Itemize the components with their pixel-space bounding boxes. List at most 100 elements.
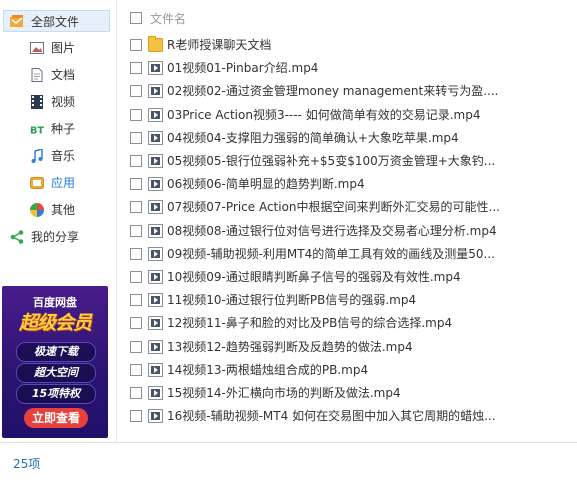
file-name[interactable]: 16视频-辅助视频-MT4 如何在交易图中加入其它周期的蜡烛... bbox=[167, 409, 496, 423]
file-name[interactable]: 09视频-辅助视频-利用MT4的简单工具有效的画线及测量50... bbox=[167, 247, 495, 261]
file-name[interactable]: 11视频10-通过银行位判断PB信号的强弱.mp4 bbox=[167, 293, 416, 307]
file-row[interactable]: 09视频-辅助视频-利用MT4的简单工具有效的画线及测量50... bbox=[117, 243, 572, 265]
row-checkbox[interactable] bbox=[130, 410, 142, 423]
image-icon bbox=[30, 42, 44, 54]
file-row[interactable]: 05视频05-银行位强弱补充+$5变$100万资金管理+大象钓... bbox=[117, 150, 572, 172]
column-header-filename[interactable]: 文件名 bbox=[150, 12, 186, 26]
status-bar: 25项 bbox=[0, 442, 577, 480]
sidebar-item-apps[interactable]: 应用 bbox=[0, 172, 116, 194]
sidebar-all-files-label: 全部文件 bbox=[31, 15, 80, 29]
file-name[interactable]: R老师授课聊天文档 bbox=[167, 38, 271, 52]
file-name[interactable]: 03Price Action视频3---- 如何做简单有效的交易记录.mp4 bbox=[167, 108, 480, 122]
file-name[interactable]: 06视频06-简单明显的趋势判断.mp4 bbox=[167, 177, 365, 191]
file-name[interactable]: 01视频01-Pinbar介绍.mp4 bbox=[167, 61, 318, 75]
ad-perk: 极速下载 bbox=[16, 342, 96, 362]
video-file-icon bbox=[148, 293, 163, 308]
file-row[interactable]: 11视频10-通过银行位判断PB信号的强弱.mp4 bbox=[117, 289, 572, 311]
video-file-icon bbox=[148, 177, 163, 192]
video-file-icon bbox=[148, 362, 163, 377]
svg-text:BT: BT bbox=[30, 125, 44, 136]
file-row[interactable]: 12视频11-鼻子和脸的对比及PB信号的综合选择.mp4 bbox=[117, 312, 572, 334]
row-checkbox[interactable] bbox=[130, 85, 142, 98]
video-file-icon bbox=[148, 200, 163, 215]
row-checkbox[interactable] bbox=[130, 201, 142, 214]
select-all-checkbox[interactable] bbox=[130, 12, 142, 24]
svip-ad-banner[interactable]: 百度网盘 超级会员 极速下载 超大空间 15项特权 立即查看 bbox=[2, 286, 108, 438]
sidebar-item-documents[interactable]: 文档 bbox=[0, 64, 116, 86]
file-name[interactable]: 04视频04-支撑阻力强弱的简单确认+大象吃苹果.mp4 bbox=[167, 131, 459, 145]
sidebar-my-share-label: 我的分享 bbox=[31, 230, 80, 244]
file-row[interactable]: 15视频14-外汇横向市场的判断及做法.mp4 bbox=[117, 382, 572, 404]
row-checkbox[interactable] bbox=[130, 317, 142, 330]
app-icon bbox=[30, 177, 44, 189]
file-row[interactable]: 06视频06-简单明显的趋势判断.mp4 bbox=[117, 173, 572, 195]
ad-view-now-button[interactable]: 立即查看 bbox=[24, 408, 88, 428]
row-checkbox[interactable] bbox=[130, 178, 142, 191]
sidebar-item-label: 音乐 bbox=[51, 149, 76, 163]
row-checkbox[interactable] bbox=[130, 62, 142, 75]
sidebar-item-my-share[interactable]: 我的分享 bbox=[0, 226, 116, 248]
file-name[interactable]: 14视频13-两根蜡烛组合成的PB.mp4 bbox=[167, 363, 368, 377]
file-row[interactable]: 02视频02-通过资金管理money management来转亏为盈.... bbox=[117, 80, 572, 102]
sidebar-item-images[interactable]: 图片 bbox=[0, 37, 116, 59]
file-name[interactable]: 05视频05-银行位强弱补充+$5变$100万资金管理+大象钓... bbox=[167, 154, 495, 168]
folder-row[interactable]: R老师授课聊天文档 bbox=[117, 34, 572, 56]
row-checkbox[interactable] bbox=[130, 131, 142, 144]
video-file-icon bbox=[148, 270, 163, 284]
sidebar-item-label: 种子 bbox=[51, 122, 76, 136]
file-row[interactable]: 07视频07-Price Action中根据空间来判断外汇交易的可能性... bbox=[117, 196, 572, 218]
row-checkbox[interactable] bbox=[130, 271, 142, 283]
video-file-icon bbox=[148, 84, 163, 99]
file-row[interactable]: 08视频08-通过银行位对信号进行选择及交易者心理分析.mp4 bbox=[117, 220, 572, 242]
row-checkbox[interactable] bbox=[130, 387, 142, 399]
row-checkbox[interactable] bbox=[130, 363, 142, 376]
file-name[interactable]: 08视频08-通过银行位对信号进行选择及交易者心理分析.mp4 bbox=[167, 224, 497, 238]
sidebar-item-label: 视频 bbox=[51, 95, 76, 109]
row-checkbox[interactable] bbox=[130, 108, 142, 121]
file-row[interactable]: 03Price Action视频3---- 如何做简单有效的交易记录.mp4 bbox=[117, 104, 572, 126]
sidebar-item-other[interactable]: 其他 bbox=[0, 199, 116, 221]
video-icon bbox=[31, 95, 43, 109]
sidebar-item-label: 其他 bbox=[51, 203, 76, 217]
file-list-panel: 文件名 R老师授课聊天文档 01视频01-Pinbar介绍.mp4 02视频02-通… bbox=[116, 0, 577, 442]
video-file-icon bbox=[148, 409, 163, 424]
sidebar-item-label: 文档 bbox=[51, 68, 76, 82]
video-file-icon bbox=[148, 130, 163, 145]
video-file-icon bbox=[148, 107, 163, 122]
row-checkbox[interactable] bbox=[130, 340, 142, 353]
row-checkbox[interactable] bbox=[130, 247, 142, 260]
sidebar-item-videos[interactable]: 视频 bbox=[0, 91, 116, 113]
video-file-icon bbox=[148, 223, 163, 238]
video-file-icon bbox=[148, 339, 163, 354]
file-name[interactable]: 12视频11-鼻子和脸的对比及PB信号的综合选择.mp4 bbox=[167, 316, 452, 330]
file-row[interactable]: 01视频01-Pinbar介绍.mp4 bbox=[117, 57, 572, 79]
document-icon bbox=[31, 68, 43, 82]
file-row[interactable]: 14视频13-两根蜡烛组合成的PB.mp4 bbox=[117, 359, 572, 381]
row-checkbox[interactable] bbox=[130, 155, 142, 167]
video-file-icon bbox=[148, 386, 163, 400]
other-icon bbox=[30, 203, 44, 217]
folder-stack-icon bbox=[10, 15, 23, 27]
sidebar-item-all-files[interactable]: 全部文件 bbox=[3, 10, 110, 32]
file-row[interactable]: 13视频12-趋势强弱判断及反趋势的做法.mp4 bbox=[117, 336, 572, 358]
share-icon bbox=[10, 230, 24, 244]
file-name[interactable]: 07视频07-Price Action中根据空间来判断外汇交易的可能性... bbox=[167, 200, 500, 214]
sidebar-item-music[interactable]: 音乐 bbox=[0, 145, 116, 167]
video-file-icon bbox=[148, 61, 163, 76]
file-row[interactable]: 04视频04-支撑阻力强弱的简单确认+大象吃苹果.mp4 bbox=[117, 127, 572, 149]
file-name[interactable]: 13视频12-趋势强弱判断及反趋势的做法.mp4 bbox=[167, 340, 413, 354]
file-name[interactable]: 15视频14-外汇横向市场的判断及做法.mp4 bbox=[167, 386, 401, 400]
ad-title: 超级会员 bbox=[18, 312, 92, 334]
video-file-icon bbox=[148, 154, 163, 168]
row-checkbox[interactable] bbox=[130, 39, 142, 51]
file-row[interactable]: 16视频-辅助视频-MT4 如何在交易图中加入其它周期的蜡烛... bbox=[117, 405, 572, 427]
file-name[interactable]: 10视频09-通过眼睛判断鼻子信号的强弱及有效性.mp4 bbox=[167, 270, 461, 284]
ad-perk: 15项特权 bbox=[16, 384, 96, 404]
row-checkbox[interactable] bbox=[130, 224, 142, 237]
item-count: 25项 bbox=[13, 457, 41, 471]
row-checkbox[interactable] bbox=[130, 294, 142, 307]
video-file-icon bbox=[148, 246, 163, 261]
file-row[interactable]: 10视频09-通过眼睛判断鼻子信号的强弱及有效性.mp4 bbox=[117, 266, 572, 288]
file-name[interactable]: 02视频02-通过资金管理money management来转亏为盈.... bbox=[167, 84, 498, 98]
sidebar-item-torrents[interactable]: BT 种子 bbox=[0, 118, 116, 140]
